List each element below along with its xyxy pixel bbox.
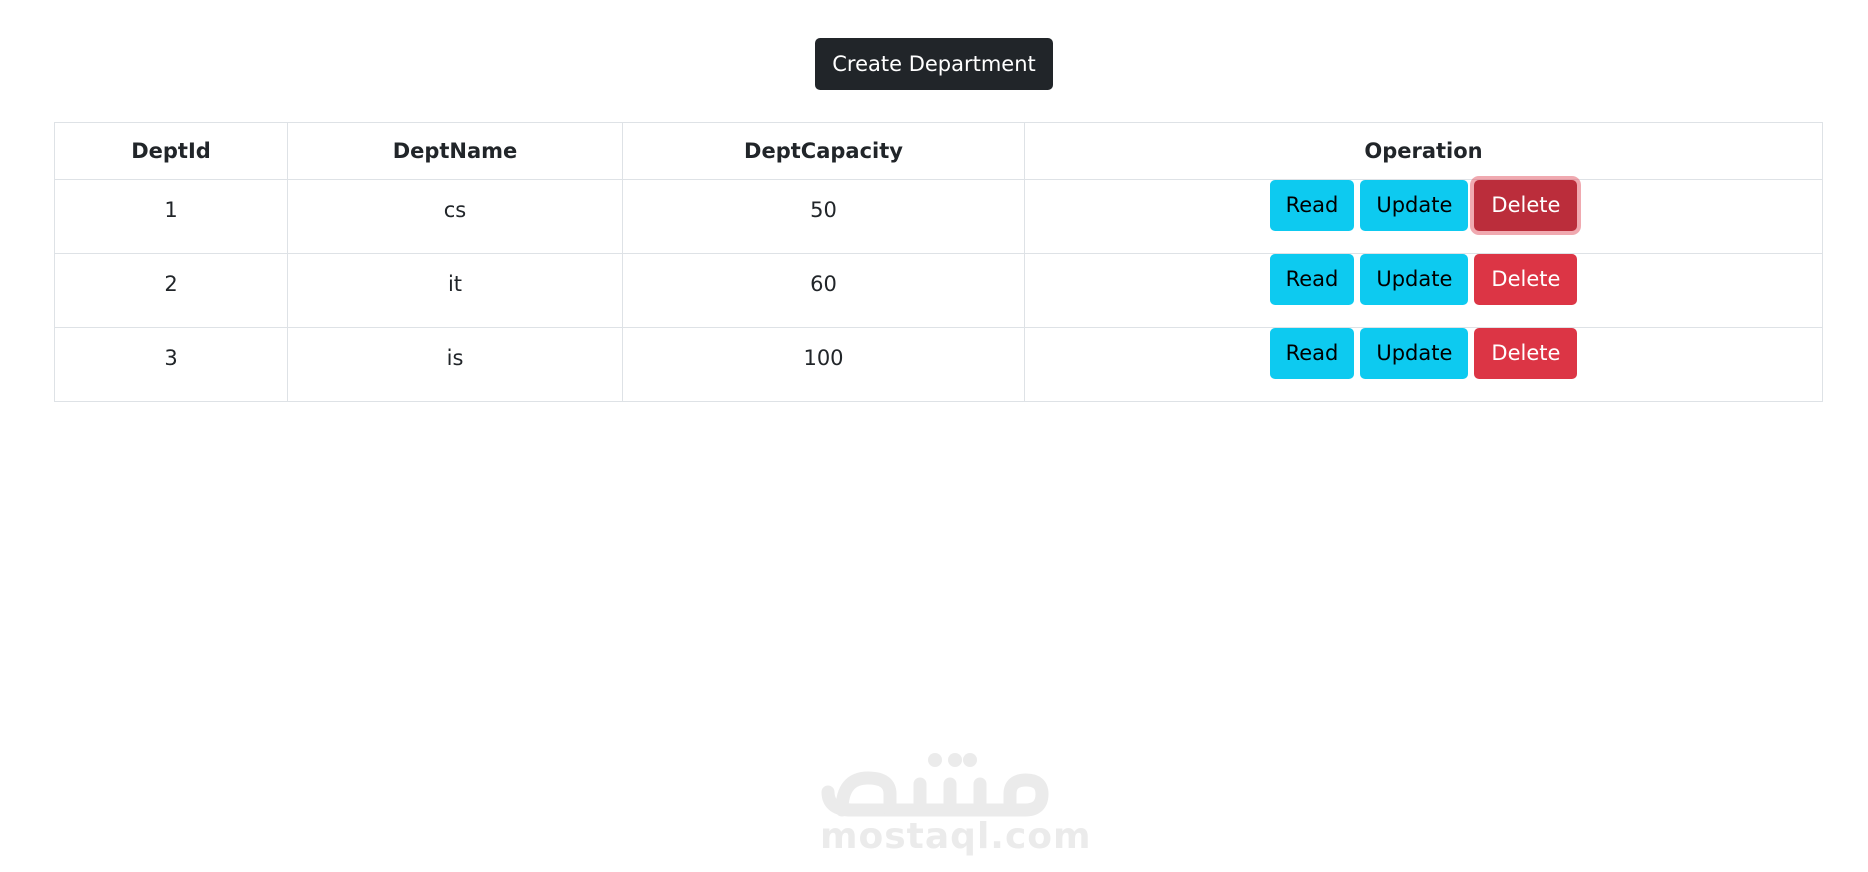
create-wrap: Create Department bbox=[0, 38, 1868, 90]
header-deptid: DeptId bbox=[54, 122, 288, 180]
mostaql-watermark: mostaql.com bbox=[820, 748, 1092, 857]
header-deptname: DeptName bbox=[287, 122, 623, 180]
update-button[interactable]: Update bbox=[1360, 254, 1469, 305]
cell-deptcapacity-value: 60 bbox=[810, 272, 837, 296]
cell-operation: Read Update Delete bbox=[1024, 327, 1823, 402]
cell-deptcapacity: 100 bbox=[622, 327, 1025, 402]
update-button[interactable]: Update bbox=[1360, 180, 1469, 231]
header-deptcapacity: DeptCapacity bbox=[622, 122, 1025, 180]
delete-button[interactable]: Delete bbox=[1474, 328, 1578, 379]
cell-deptcapacity-value: 50 bbox=[810, 198, 837, 222]
cell-deptname-value: is bbox=[446, 346, 464, 370]
cell-deptid: 3 bbox=[54, 327, 288, 402]
table-row: 1 cs 50 Read Update Delete bbox=[54, 179, 1823, 254]
operation-buttons: Read Update Delete bbox=[1025, 254, 1822, 305]
delete-button[interactable]: Delete bbox=[1474, 180, 1578, 231]
read-button[interactable]: Read bbox=[1269, 254, 1355, 305]
departments-table: DeptId DeptName DeptCapacity Operation 1… bbox=[54, 122, 1823, 402]
watermark-text: mostaql.com bbox=[820, 816, 1092, 857]
read-button[interactable]: Read bbox=[1269, 180, 1355, 231]
cell-deptcapacity: 60 bbox=[622, 253, 1025, 328]
cell-deptname-value: cs bbox=[443, 198, 467, 222]
cell-operation: Read Update Delete bbox=[1024, 253, 1823, 328]
operation-buttons: Read Update Delete bbox=[1025, 328, 1822, 379]
table-row: 2 it 60 Read Update Delete bbox=[54, 253, 1823, 328]
cell-deptname: is bbox=[287, 327, 623, 402]
read-button[interactable]: Read bbox=[1269, 328, 1355, 379]
cell-deptid: 1 bbox=[54, 179, 288, 254]
cell-operation: Read Update Delete bbox=[1024, 179, 1823, 254]
operation-buttons: Read Update Delete bbox=[1025, 180, 1822, 231]
cell-deptname-value: it bbox=[447, 272, 463, 296]
table-row: 3 is 100 Read Update Delete bbox=[54, 327, 1823, 402]
cell-deptcapacity-value: 100 bbox=[803, 346, 844, 370]
cell-deptname: it bbox=[287, 253, 623, 328]
header-operation: Operation bbox=[1024, 122, 1823, 180]
create-department-button[interactable]: Create Department bbox=[815, 38, 1053, 90]
cell-deptid: 2 bbox=[54, 253, 288, 328]
cell-deptname: cs bbox=[287, 179, 623, 254]
table-header-row: DeptId DeptName DeptCapacity Operation bbox=[54, 122, 1823, 180]
cell-deptid-value: 3 bbox=[164, 346, 178, 370]
update-button[interactable]: Update bbox=[1360, 328, 1469, 379]
mostaql-logo-icon bbox=[821, 753, 1049, 817]
cell-deptid-value: 1 bbox=[164, 198, 178, 222]
cell-deptid-value: 2 bbox=[164, 272, 178, 296]
cell-deptcapacity: 50 bbox=[622, 179, 1025, 254]
delete-button[interactable]: Delete bbox=[1474, 254, 1578, 305]
